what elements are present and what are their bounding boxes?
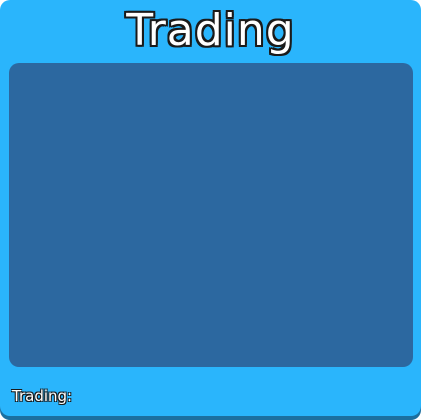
panel-title: Trading bbox=[126, 5, 295, 56]
trading-status-label: Trading: bbox=[12, 387, 73, 405]
trading-panel: Trading Trading: bbox=[0, 0, 421, 416]
trade-content-area bbox=[9, 63, 413, 367]
